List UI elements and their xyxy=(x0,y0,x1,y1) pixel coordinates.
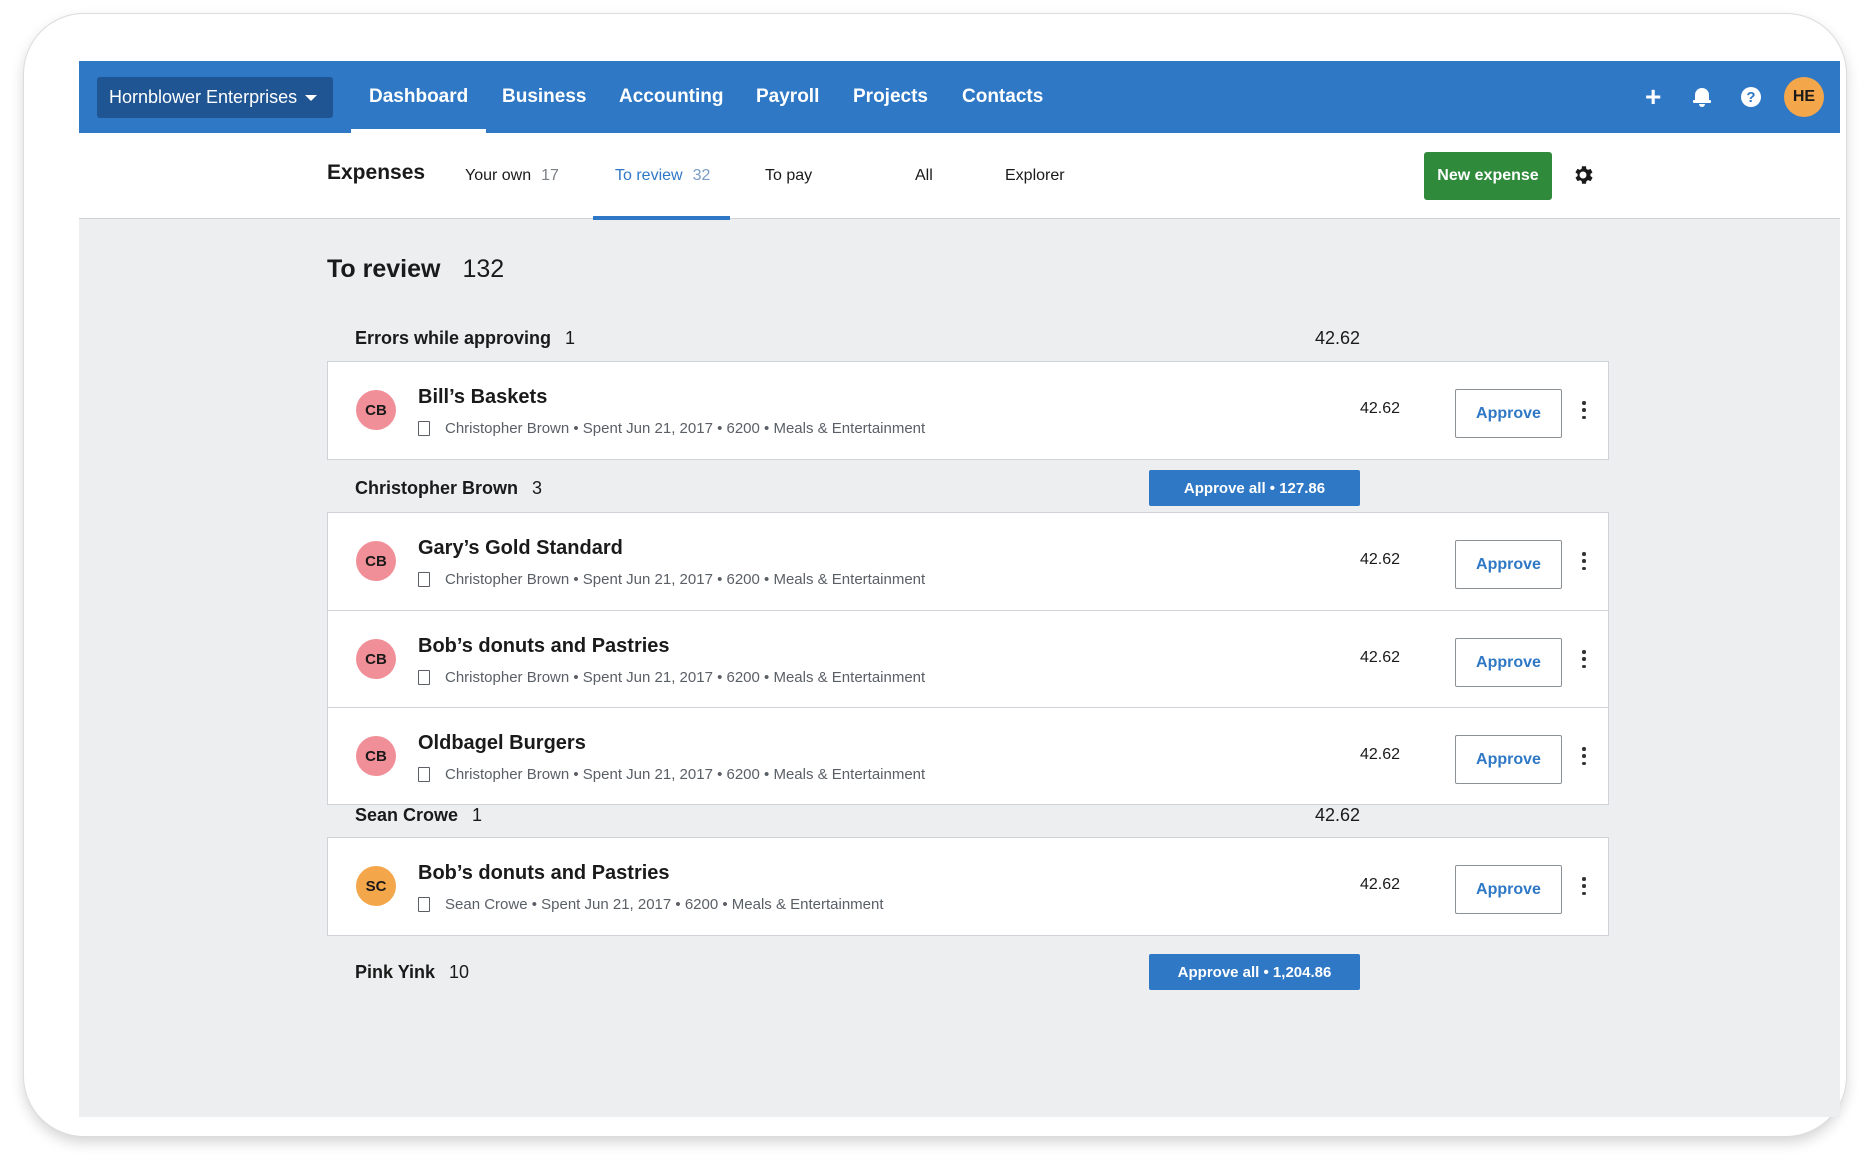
expense-name: Bill’s Baskets xyxy=(418,386,548,408)
nav-business[interactable]: Business xyxy=(502,61,586,133)
new-expense-button[interactable]: New expense xyxy=(1424,152,1552,200)
page-title: To review 132 xyxy=(327,255,505,283)
plus-icon[interactable]: + xyxy=(1645,61,1661,133)
user-avatar[interactable]: HE xyxy=(1784,61,1824,133)
expense-meta: Christopher Brown • Spent Jun 21, 2017 •… xyxy=(418,420,925,437)
expense-card: SC Bob’s donuts and Pastries Sean Crowe … xyxy=(327,837,1609,936)
caret-down-icon xyxy=(305,94,318,101)
document-icon xyxy=(418,897,430,912)
expense-meta: Christopher Brown • Spent Jun 21, 2017 •… xyxy=(418,669,925,686)
avatar: CB xyxy=(356,736,396,776)
expense-card: CB Gary’s Gold Standard Christopher Brow… xyxy=(327,512,1609,805)
avatar: CB xyxy=(356,541,396,581)
approve-button[interactable]: Approve xyxy=(1455,638,1562,687)
approve-button[interactable]: Approve xyxy=(1455,540,1562,589)
gear-icon[interactable] xyxy=(1571,163,1595,187)
avatar: CB xyxy=(356,390,396,430)
nav-accounting[interactable]: Accounting xyxy=(619,61,724,133)
expense-amount: 42.62 xyxy=(1360,551,1401,568)
expense-meta: Christopher Brown • Spent Jun 21, 2017 •… xyxy=(418,571,925,588)
group-header-christopher-brown: Christopher Brown 3 Approve all • 127.86 xyxy=(355,470,1360,506)
more-vertical-icon[interactable] xyxy=(1580,647,1588,671)
expense-meta: Christopher Brown • Spent Jun 21, 2017 •… xyxy=(418,766,925,783)
tab-to-pay[interactable]: To pay xyxy=(765,133,812,219)
group-total: 42.62 xyxy=(1314,327,1360,348)
document-icon xyxy=(418,670,430,685)
tab-your-own[interactable]: Your own 17 xyxy=(465,133,559,219)
expense-row[interactable]: CB Bob’s donuts and Pastries Christopher… xyxy=(328,610,1608,707)
group-header-pink-yink: Pink Yink 10 Approve all • 1,204.86 xyxy=(355,954,1360,990)
org-switcher[interactable]: Hornblower Enterprises xyxy=(97,77,333,118)
expense-name: Gary’s Gold Standard xyxy=(418,537,623,559)
expense-meta: Sean Crowe • Spent Jun 21, 2017 • 6200 •… xyxy=(418,896,884,913)
expense-row[interactable]: SC Bob’s donuts and Pastries Sean Crowe … xyxy=(328,838,1608,935)
approve-all-button[interactable]: Approve all • 1,204.86 xyxy=(1149,954,1360,990)
more-vertical-icon[interactable] xyxy=(1580,549,1588,573)
group-total: 42.62 xyxy=(1314,804,1360,825)
app-screen: Hornblower Enterprises Dashboard Busines… xyxy=(79,61,1840,1117)
expense-name: Oldbagel Burgers xyxy=(418,732,586,754)
expense-amount: 42.62 xyxy=(1360,746,1401,763)
avatar: SC xyxy=(356,866,396,906)
expense-amount: 42.62 xyxy=(1360,649,1401,666)
sub-nav: Expenses Your own 17 To review 32 To pay A… xyxy=(79,133,1840,220)
expense-row[interactable]: CB Gary’s Gold Standard Christopher Brow… xyxy=(328,513,1608,610)
more-vertical-icon[interactable] xyxy=(1580,744,1588,768)
tab-all[interactable]: All xyxy=(915,133,933,219)
approve-button[interactable]: Approve xyxy=(1455,735,1562,784)
expense-amount: 42.62 xyxy=(1360,400,1401,417)
nav-dashboard[interactable]: Dashboard xyxy=(350,61,487,133)
help-icon[interactable]: ? xyxy=(1741,61,1761,133)
tab-explorer[interactable]: Explorer xyxy=(1005,133,1065,219)
nav-projects[interactable]: Projects xyxy=(853,61,928,133)
tab-to-review[interactable]: To review 32 xyxy=(592,133,731,220)
org-name: Hornblower Enterprises xyxy=(109,87,298,107)
nav-contacts[interactable]: Contacts xyxy=(962,61,1043,133)
expense-row[interactable]: CB Bill’s Baskets Christopher Brown • Sp… xyxy=(328,362,1608,459)
expense-amount: 42.62 xyxy=(1360,876,1401,893)
document-icon xyxy=(418,572,430,587)
page-title-count: 132 xyxy=(462,255,505,283)
avatar: HE xyxy=(1784,77,1824,117)
more-vertical-icon[interactable] xyxy=(1580,874,1588,898)
device-frame: Hornblower Enterprises Dashboard Busines… xyxy=(24,14,1846,1136)
avatar: CB xyxy=(356,639,396,679)
approve-button[interactable]: Approve xyxy=(1455,389,1562,438)
page-section-title: Expenses xyxy=(327,161,426,184)
expense-card: CB Bill’s Baskets Christopher Brown • Sp… xyxy=(327,361,1609,460)
expense-name: Bob’s donuts and Pastries xyxy=(418,862,670,884)
expense-row[interactable]: CB Oldbagel Burgers Christopher Brown • … xyxy=(328,707,1608,804)
document-icon xyxy=(418,421,430,436)
bell-icon[interactable] xyxy=(1693,61,1711,133)
expense-name: Bob’s donuts and Pastries xyxy=(418,635,670,657)
group-header-errors: Errors while approving 1 42.62 xyxy=(355,327,1360,348)
group-header-sean-crowe: Sean Crowe 1 42.62 xyxy=(355,804,1360,825)
approve-button[interactable]: Approve xyxy=(1455,865,1562,914)
document-icon xyxy=(418,767,430,782)
nav-payroll[interactable]: Payroll xyxy=(756,61,819,133)
more-vertical-icon[interactable] xyxy=(1580,398,1588,422)
top-nav: Hornblower Enterprises Dashboard Busines… xyxy=(79,61,1840,133)
approve-all-button[interactable]: Approve all • 127.86 xyxy=(1149,470,1360,506)
